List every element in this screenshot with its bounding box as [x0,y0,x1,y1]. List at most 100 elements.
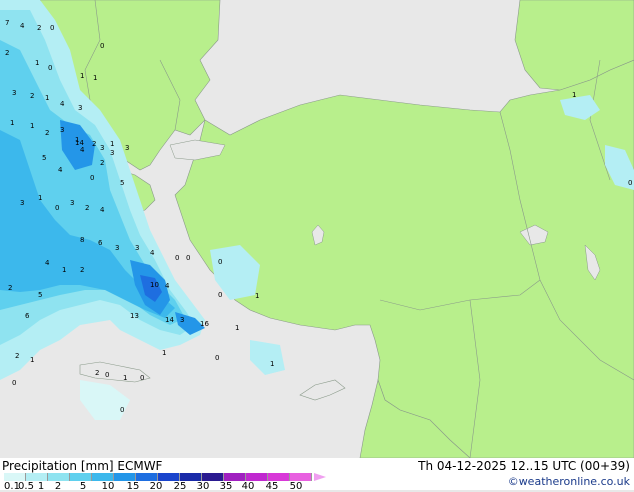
precip-value: 2 [85,204,89,212]
legend-swatch [202,473,224,481]
footer-bar: Precipitation [mm] ECMWF Th 04-12-2025 1… [0,458,634,492]
precip-value: 1 [45,94,49,102]
precip-value: 5 [120,179,124,187]
precip-value: 3 [60,126,64,134]
precip-value: 0 [105,371,109,379]
precip-value: 1 [30,122,34,130]
precip-value: 4 [150,249,155,257]
legend-tick-label: 20 [149,481,163,492]
precip-value: 3 [180,316,184,324]
legend-tick-label: 25 [173,481,187,492]
precip-value: 5 [42,154,46,162]
precip-value: 4 [165,282,170,290]
precip-value: 0 [90,174,94,182]
precip-value: 4 [100,206,105,214]
precip-value: 1 [255,292,259,300]
precip-value: 0 [140,374,144,382]
precip-value: 0 [218,258,222,266]
precip-value: 16 [200,320,209,328]
precip-value: 5 [38,291,42,299]
precip-value: 0 [215,354,219,362]
precip-value: 3 [110,149,114,157]
precipitation-map: 7 4 2 0 0 2 1 0 1 1 3 2 1 4 3 1 1 2 3 5 4 3 1 1 2 14 2 3 3 4 0 5 3 1 0 3 2 4 8… [0,0,634,459]
legend-tick-label: 0.5 [18,481,34,492]
legend-tick-label: 2 [54,481,62,492]
legend-swatch [114,473,136,481]
precip-value: 3 [12,89,16,97]
precip-value: 14 [75,139,84,147]
precip-value: 8 [80,236,84,244]
precip-value: 4 [20,22,25,30]
precip-value: 3 [135,244,139,252]
precip-value: 2 [80,266,84,274]
legend-swatch [268,473,290,481]
map-canvas: 7 4 2 002101 13 2 14 31 12 354 3 11 21423340531032 48… [0,0,634,459]
precip-value: 13 [130,312,139,320]
legend-swatch [290,473,312,481]
precip-value: 0 [48,64,52,72]
precip-value: 6 [98,239,103,247]
precip-value: 0 [175,254,179,262]
precip-value: 6 [25,312,30,320]
precip-value: 3 [20,199,24,207]
forecast-datetime: Th 04-12-2025 12..15 UTC (00+39) [418,459,630,473]
precip-value: 4 [80,146,85,154]
legend-swatch [4,473,26,481]
precip-value: 0 [186,254,190,262]
precip-value: 1 [80,72,84,80]
legend-swatch [224,473,246,481]
precip-value: 1 [235,324,239,332]
precip-value: 1 [93,74,97,82]
precip-value: 2 [45,129,49,137]
precip-value: 10 [150,281,159,289]
legend-tick-label: 45 [265,481,279,492]
precip-value: 2 [30,92,34,100]
precip-value: 1 [62,266,66,274]
precip-value: 1 [162,349,166,357]
precip-value: 1 [35,59,39,67]
precip-value: 2 [37,24,41,32]
precip-value: 0 [12,379,16,387]
precip-value: 3 [115,244,119,252]
precip-value: 1 [110,140,114,148]
precip-value: 0 [120,406,124,414]
precip-value: 1 [270,360,274,368]
map-title: Precipitation [mm] ECMWF [2,459,163,473]
legend-swatch [180,473,202,481]
precip-value: 2 [92,140,96,148]
precip-value: 3 [100,144,104,152]
precip-value: 1 [38,194,42,202]
legend-tick-label: 5 [79,481,87,492]
precip-value: 3 [70,199,74,207]
precip-value: 0 [55,204,59,212]
legend-swatch [246,473,268,481]
legend-swatch [92,473,114,481]
precip-value: 3 [125,144,129,152]
legend-tick-label: 1 [37,481,45,492]
legend-colorbar [4,473,312,481]
legend-swatch [26,473,48,481]
precip-value: 4 [60,100,65,108]
precip-value: 1 [10,119,14,127]
legend-swatch [136,473,158,481]
precip-value: 14 [165,316,174,324]
precip-value: 0 [628,179,632,187]
legend-tick-label: 10 [101,481,115,492]
legend-swatch [70,473,92,481]
precip-value: 0 [50,24,54,32]
legend-overflow-arrow [314,473,326,481]
legend-tick-label: 35 [219,481,233,492]
legend-swatch [48,473,70,481]
precip-value: 2 [100,159,104,167]
precip-value: 4 [45,259,50,267]
precip-value: 2 [8,284,12,292]
precip-value: 3 [78,104,82,112]
precip-value: 2 [95,369,99,377]
precip-value: 0 [100,42,104,50]
legend-tick-label: 50 [289,481,303,492]
legend-tick-label: 40 [241,481,255,492]
legend-tick-label: 30 [196,481,210,492]
site-credit[interactable]: ©weatheronline.co.uk [508,475,630,488]
precip-value: 1 [572,91,576,99]
precip-value: 1 [30,356,34,364]
